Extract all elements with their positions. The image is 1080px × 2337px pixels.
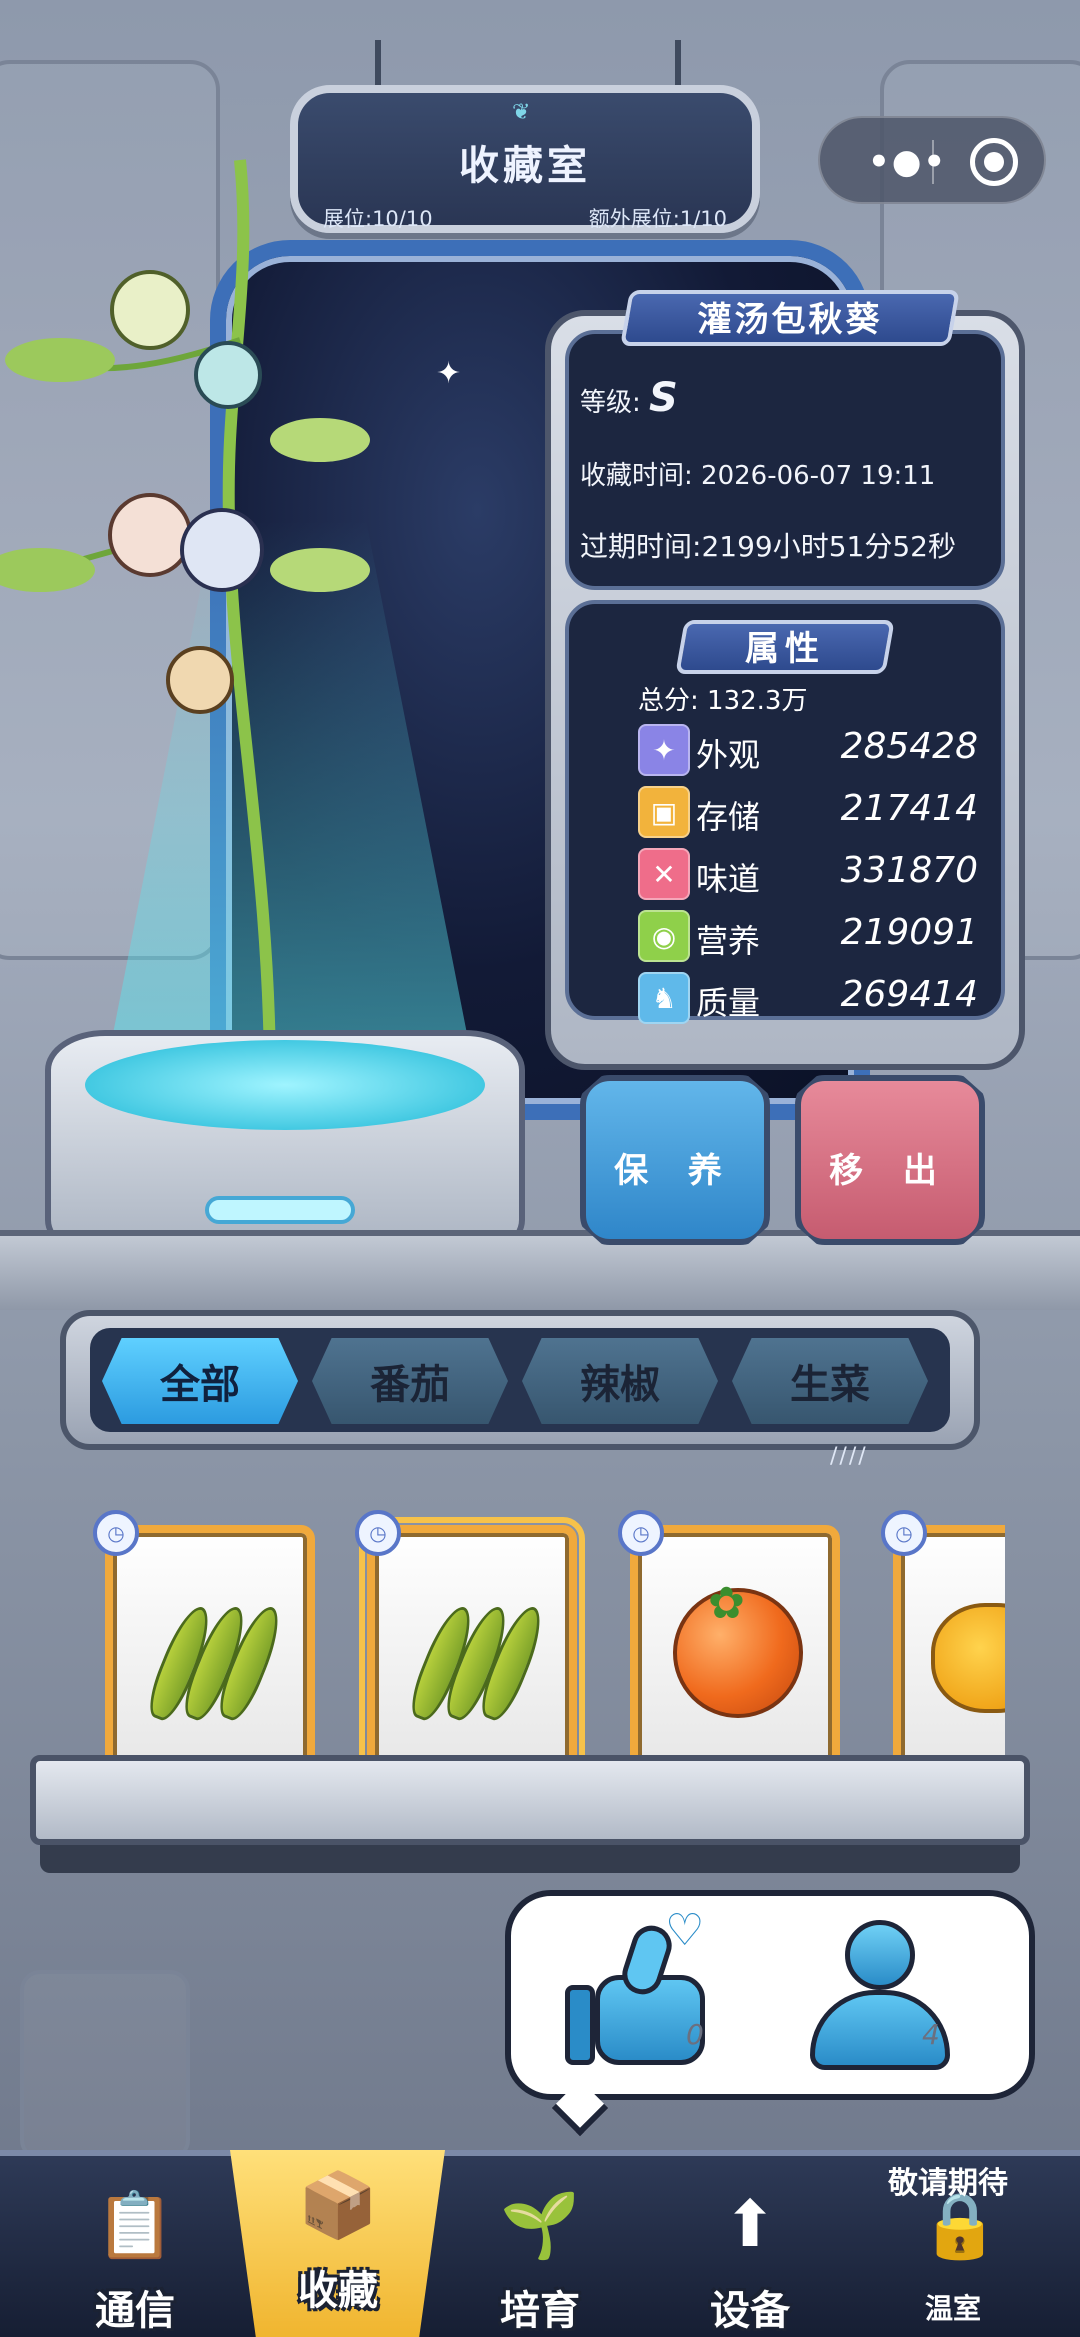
expire-time-label: 过期时间: [580,530,702,563]
total-label: 总分: [638,686,699,716]
tab-tomato[interactable]: 番茄 [312,1338,508,1424]
expire-time-value: 2199小时51分52秒 [701,530,956,563]
vent-panel [20,1970,190,2160]
tab-all[interactable]: 全部 [102,1338,298,1424]
nav-item-breed[interactable]: 🌱 培育 [445,2160,635,2337]
mini-program-capsule: •●• [818,116,1046,204]
collection-box-icon: 📦 [298,2168,378,2243]
attribute-value: 217414 [840,788,978,829]
tab-pepper[interactable]: 辣椒 [522,1338,718,1424]
attribute-name: 外观 [696,736,761,774]
expire-time-row: 过期时间:2199小时51分52秒 [580,525,956,565]
plant-illustration [0,159,370,1100]
sprout-icon: ❦ [512,100,531,125]
clock-icon: ◷ [355,1510,401,1556]
attribute-name: 存储 [696,798,761,836]
remove-button[interactable]: 移 出 [795,1075,985,1245]
tab-lettuce[interactable]: 生菜 [732,1338,928,1424]
collection-card-selected[interactable] [359,1517,585,1790]
attribute-row-appearance: ✦ 外观 285428 [638,722,978,778]
target-close-icon[interactable] [970,138,1018,186]
clock-icon: ◷ [93,1510,139,1556]
collect-time-label: 收藏时间: [580,461,693,491]
pumpkin-icon [931,1603,1005,1713]
attribute-value: 269414 [840,974,978,1015]
extra-slot-count: 额外展位:1/10 [588,207,727,231]
nav-label: 设备 [710,2288,790,2334]
total-value: 132.3万 [707,686,808,716]
total-score: 总分: 132.3万 [638,680,807,717]
nav-item-comms[interactable]: 📋 通信 [40,2160,230,2337]
collection-card[interactable]: ✿ [630,1525,840,1785]
nav-label: 收藏 [298,2268,378,2314]
care-button[interactable]: 保 养 [580,1075,770,1245]
nav-item-devices[interactable]: ⬆ 设备 [655,2160,845,2337]
person-icon-head [845,1920,915,1990]
attributes-title: 属性 [745,629,825,669]
plaque-hanger [675,40,681,90]
pedestal-glow [85,1040,485,1130]
grade-value: S [649,375,678,421]
visitor-count: 4 [922,2018,940,2051]
terrarium-icon: 🌱 [500,2188,580,2263]
attribute-name: 营养 [696,922,761,960]
attribute-value: 331870 [840,850,978,891]
display-shelf [30,1755,1030,1845]
attribute-value: 219091 [840,912,978,953]
clock-icon: ◷ [881,1510,927,1556]
collect-time-value: 2026-06-07 19:11 [701,461,936,491]
sparkle-icon: ✦ [638,724,690,776]
clipboard-icon: 📋 [95,2188,175,2263]
grade-row: 等级: S [580,375,678,421]
okra-icon [141,1601,289,1725]
collection-card[interactable] [893,1525,1005,1785]
nav-label: 通信 [95,2288,175,2334]
collection-card[interactable] [105,1525,315,1785]
plaque-hanger [375,40,381,90]
nav-label: 培育 [500,2288,580,2334]
attribute-row-nutrition: ◉ 营养 219091 [638,908,978,964]
nav-item-collection[interactable]: 📦 收藏 [243,2140,433,2317]
shelf-base [40,1845,1020,1873]
plant-name: 灌汤包秋葵 [697,300,883,340]
attribute-row-storage: ▣ 存储 217414 [638,784,978,840]
attribute-name: 味道 [696,860,761,898]
decor-stripes: //// [830,1444,868,1469]
pedestal-indicator [205,1196,355,1224]
fork-knife-icon: ✕ [638,848,690,900]
remove-button-label: 移 出 [829,1151,951,1191]
like-count: 0 [686,2018,704,2051]
collection-list[interactable]: ◷ ◷ ✿ ◷ ◷ [90,1510,1005,1790]
care-button-label: 保 养 [614,1151,736,1191]
grade-label: 等级: [580,388,641,418]
greenhouse-label: 温室 [925,2292,982,2325]
clock-icon: ◷ [618,1510,664,1556]
upgrade-device-icon: ⬆ [723,2188,777,2262]
collect-time-row: 收藏时间: 2026-06-07 19:11 [580,455,935,492]
lemon-icon: ◉ [638,910,690,962]
box-icon: ▣ [638,786,690,838]
star-icon: ✦ [436,356,462,391]
heart-icon: ♡ [665,1905,705,1956]
attribute-value: 285428 [840,726,978,767]
capsule-divider [932,140,934,184]
muscle-icon: ♞ [638,972,690,1024]
thumbs-up-icon [565,1985,595,2065]
okra-icon [403,1601,551,1725]
attribute-row-taste: ✕ 味道 331870 [638,846,978,902]
leaf-icon: ✿ [708,1578,745,1629]
attribute-name: 质量 [696,984,761,1022]
more-dots-icon[interactable]: •●• [868,142,947,182]
attribute-row-quality: ♞ 质量 269414 [638,970,978,1026]
coming-soon-label: 敬请期待 [888,2166,1008,2201]
